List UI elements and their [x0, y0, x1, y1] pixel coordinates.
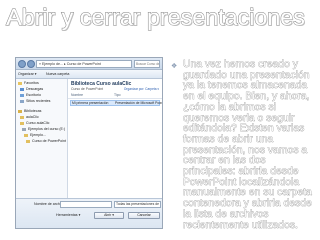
folder-icon — [20, 87, 24, 91]
back-icon[interactable] — [18, 60, 26, 68]
file-list-pane: Biblioteca Curso aulaClic Curso de Power… — [68, 79, 162, 198]
sidebar-item-descargas[interactable]: Descargas — [20, 87, 43, 92]
folder-icon — [26, 139, 30, 143]
folder-icon — [20, 115, 24, 119]
toolbar: Organizar ▾ Nueva carpeta — [16, 70, 162, 79]
file-row[interactable]: Mi primera presentación Presentación de … — [70, 100, 162, 106]
breadcrumb[interactable]: « Ejemplo de... ▸ Curso de PowerPoint — [36, 60, 132, 68]
drive-icon — [22, 127, 26, 131]
folder-icon — [20, 93, 24, 97]
dialog-footer: Nombre de archivo: Todas las presentacio… — [16, 198, 162, 228]
folder-icon — [24, 133, 28, 137]
open-button[interactable]: Abrir ▾ — [94, 212, 124, 219]
sidebar-item-ejemplos-del-curso[interactable]: Ejemplos del curso (E:) — [22, 127, 65, 132]
sidebar-item-escritorio[interactable]: Escritorio — [20, 93, 41, 98]
filename-input[interactable] — [60, 201, 112, 208]
folder-icon — [20, 121, 24, 125]
sidebar-item-curso-aulaclic[interactable]: Curso aulaClic — [20, 121, 49, 126]
address-bar: « Ejemplo de... ▸ Curso de PowerPoint Bu… — [16, 58, 162, 70]
header-divider — [68, 98, 162, 99]
sidebar-item-sitios-recientes[interactable]: Sitios recientes — [20, 99, 50, 104]
tools-menu[interactable]: Herramientas ▾ — [56, 213, 80, 218]
cancel-button[interactable]: Cancelar — [128, 212, 160, 219]
navigation-pane: Favoritos Descargas Escritorio Sitios re… — [16, 79, 68, 198]
library-subtitle: Curso de PowerPoint — [71, 87, 104, 91]
sidebar-item-ejemplo[interactable]: Ejemplo... — [24, 133, 46, 138]
library-icon — [18, 109, 22, 113]
slide-title: Abrir y cerrar presentaciones — [6, 4, 306, 31]
organize-button[interactable]: Organizar ▾ — [18, 71, 37, 78]
slide-body-text: Una vez hemos creado y guardado una pres… — [183, 59, 312, 231]
search-input[interactable]: Buscar Curso de P... — [134, 60, 160, 68]
filetype-select[interactable]: Todas las presentaciones de Po ▾ — [114, 201, 161, 208]
bullet-icon: ❖ — [171, 63, 178, 70]
sidebar-item-aulaclic[interactable]: aulaClic — [20, 115, 39, 120]
sidebar-item-curso-de-powerpoint[interactable]: Curso de PowerPoint — [26, 139, 66, 144]
new-folder-button[interactable]: Nueva carpeta — [46, 71, 69, 78]
arrange-by-dropdown[interactable]: Organizar por: Carpeta ▾ — [124, 87, 159, 91]
star-icon — [18, 81, 22, 85]
sidebar-item-bibliotecas[interactable]: Bibliotecas — [18, 109, 41, 114]
forward-icon[interactable] — [27, 60, 35, 68]
file-name: Mi primera presentación — [72, 101, 109, 105]
file-type: Presentación de Microsoft PowerPoint — [115, 101, 162, 105]
folder-icon — [20, 99, 24, 103]
sidebar-item-favoritos[interactable]: Favoritos — [18, 81, 39, 86]
open-file-dialog-screenshot: « Ejemplo de... ▸ Curso de PowerPoint Bu… — [15, 57, 163, 229]
